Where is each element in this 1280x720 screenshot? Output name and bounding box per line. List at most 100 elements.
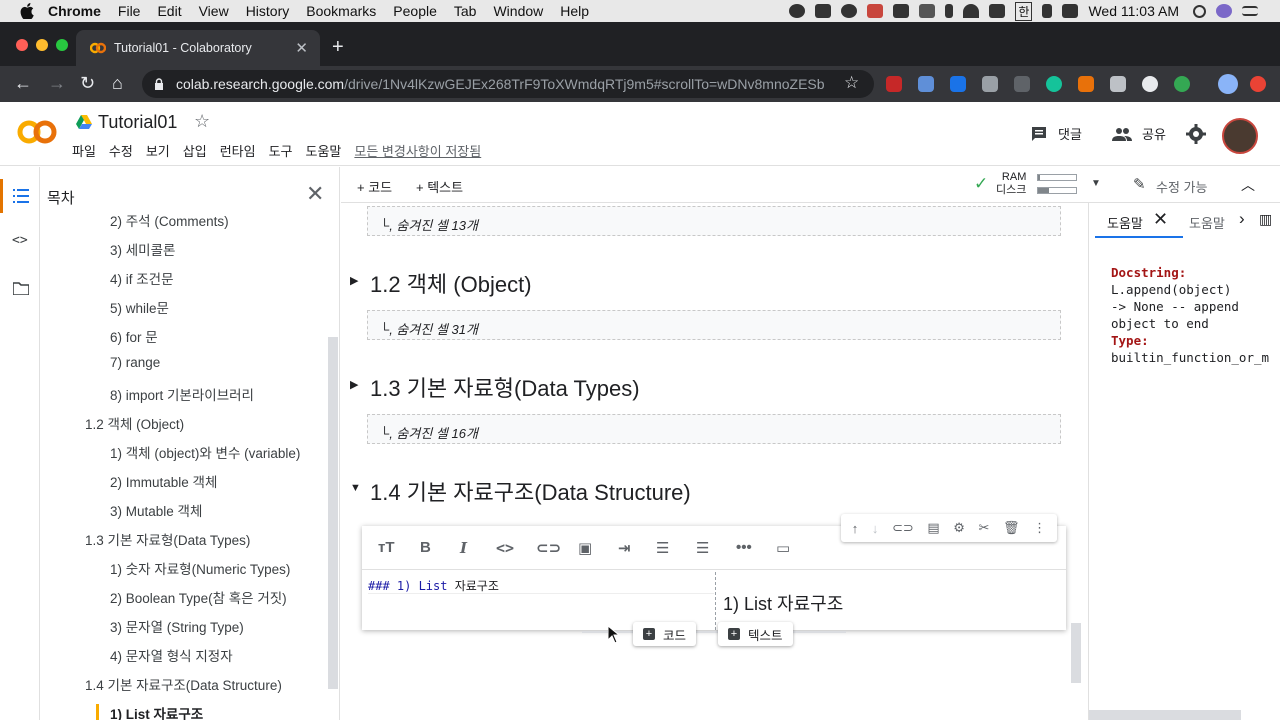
- menubar-help[interactable]: Help: [560, 3, 589, 19]
- settings-gear-icon[interactable]: [1186, 124, 1206, 144]
- screenshot-icon[interactable]: [893, 4, 910, 18]
- input-source-indicator[interactable]: 한: [1015, 1, 1033, 21]
- comment-button[interactable]: 댓글: [1030, 124, 1082, 143]
- link-icon[interactable]: ⊂⊃: [536, 539, 561, 557]
- code-icon[interactable]: <>: [496, 539, 514, 557]
- toc-item-active[interactable]: 1) List 자료구조: [110, 703, 203, 720]
- menubar-app-name[interactable]: Chrome: [48, 3, 101, 19]
- menubar-clock[interactable]: Wed 11:03 AM: [1088, 3, 1179, 19]
- window-zoom-button[interactable]: [56, 39, 68, 51]
- insert-text-button[interactable]: + 텍스트: [718, 622, 793, 646]
- bulleted-list-icon[interactable]: ☰: [696, 539, 709, 557]
- toc-item[interactable]: 2) Boolean Type(참 혹은 거짓): [110, 587, 287, 607]
- notification-center-icon[interactable]: [1242, 6, 1258, 16]
- edit-mode-button[interactable]: 수정 가능: [1156, 177, 1207, 196]
- address-bar[interactable]: colab.research.google.com /drive/1Nv4lKz…: [142, 70, 874, 98]
- ram-disk-labels[interactable]: RAM 디스크: [996, 171, 1026, 197]
- hidden-cells-indicator[interactable]: └, 숨겨진 셀 31개: [367, 310, 1061, 340]
- menubar-history[interactable]: History: [246, 3, 290, 19]
- help-tab-close-icon[interactable]: ✕: [1153, 209, 1168, 230]
- sync-icon[interactable]: [841, 4, 858, 18]
- extension-bulb-icon[interactable]: [1110, 76, 1126, 92]
- help-tab-active[interactable]: 도움말: [1107, 213, 1143, 232]
- menu-file[interactable]: 파일: [72, 141, 96, 160]
- help-tab-second[interactable]: 도움말: [1189, 213, 1225, 232]
- back-icon[interactable]: ←: [14, 73, 32, 94]
- apple-logo-icon[interactable]: [20, 3, 34, 19]
- toc-item[interactable]: 6) for 문: [110, 326, 158, 346]
- move-cell-down-icon[interactable]: ↓: [872, 521, 879, 536]
- notification-icon[interactable]: [867, 4, 884, 18]
- menubar-file[interactable]: File: [118, 3, 141, 19]
- airplay-icon[interactable]: [989, 4, 1006, 18]
- extension-grammarly-icon[interactable]: [1046, 76, 1062, 92]
- toc-item[interactable]: 1) 객체 (object)와 변수 (variable): [110, 442, 300, 462]
- toc-item[interactable]: 1.2 객체 (Object): [85, 413, 184, 433]
- spotlight-icon[interactable]: [1193, 4, 1206, 18]
- files-folder-icon[interactable]: [13, 282, 29, 295]
- help-horizontal-scrollbar[interactable]: [1089, 710, 1241, 720]
- toc-icon[interactable]: [13, 189, 29, 203]
- runtime-dropdown-icon[interactable]: ▼: [1091, 178, 1101, 189]
- section-expand-icon[interactable]: ▶: [350, 274, 358, 287]
- indent-icon[interactable]: ⇥: [618, 539, 631, 557]
- menubar-tab[interactable]: Tab: [454, 3, 477, 19]
- horizontal-rule-icon[interactable]: •••: [736, 539, 752, 556]
- window-close-button[interactable]: [16, 39, 28, 51]
- section-collapse-icon[interactable]: ▼: [350, 482, 361, 494]
- menubar-edit[interactable]: Edit: [157, 3, 181, 19]
- toc-scrollbar[interactable]: [328, 337, 338, 689]
- reload-icon[interactable]: ↻: [80, 73, 95, 94]
- google-drive-icon[interactable]: [76, 115, 92, 129]
- colab-logo-icon[interactable]: [16, 118, 58, 146]
- markdown-source-input[interactable]: ### 1) List 자료구조: [368, 577, 714, 594]
- toc-item[interactable]: 3) 문자열 (String Type): [110, 616, 244, 636]
- hidden-cells-indicator[interactable]: └, 숨겨진 셀 13개: [367, 206, 1061, 236]
- lock-tray-icon[interactable]: [919, 4, 936, 18]
- image-icon[interactable]: ▣: [578, 539, 592, 557]
- menu-insert[interactable]: 삽입: [183, 141, 207, 160]
- home-icon[interactable]: ⌂: [112, 73, 123, 94]
- insert-code-button[interactable]: + 코드: [633, 622, 697, 646]
- menubar-window[interactable]: Window: [493, 3, 543, 19]
- extension-blue-icon[interactable]: [950, 76, 966, 92]
- share-button[interactable]: 공유: [1112, 124, 1166, 143]
- user-avatar[interactable]: [1222, 118, 1258, 154]
- hidden-cells-indicator[interactable]: └, 숨겨진 셀 16개: [367, 414, 1061, 444]
- copy-link-icon[interactable]: ⊂⊃: [892, 520, 914, 536]
- eject-icon[interactable]: [1042, 4, 1053, 18]
- italic-icon[interactable]: I: [460, 539, 467, 557]
- preview-toggle-icon[interactable]: ▭: [776, 539, 790, 557]
- tab-close-icon[interactable]: ✕: [295, 39, 308, 57]
- save-status[interactable]: 모든 변경사항이 저장됨: [354, 141, 481, 160]
- toc-item[interactable]: 5) while문: [110, 297, 169, 317]
- extension-gray-icon[interactable]: [982, 76, 998, 92]
- delete-cell-icon[interactable]: 🗑: [1003, 520, 1020, 536]
- section-expand-icon[interactable]: ▶: [350, 378, 358, 391]
- new-tab-button[interactable]: +: [332, 36, 344, 59]
- toc-item[interactable]: 2) 주석 (Comments): [110, 210, 229, 230]
- forward-icon[interactable]: →: [48, 73, 66, 94]
- menu-runtime[interactable]: 런타임: [220, 141, 256, 160]
- extension-dropbox-icon[interactable]: [918, 76, 934, 92]
- bluetooth-icon[interactable]: [945, 4, 954, 18]
- menu-view[interactable]: 보기: [146, 141, 170, 160]
- toc-item[interactable]: 2) Immutable 객체: [110, 471, 217, 491]
- bold-icon[interactable]: B: [420, 539, 431, 556]
- collapse-header-icon[interactable]: ︿: [1241, 175, 1255, 195]
- toc-item[interactable]: 4) 문자열 형식 지정자: [110, 645, 233, 665]
- more-options-icon[interactable]: ⋮: [1033, 520, 1046, 536]
- add-comment-icon[interactable]: ▤: [927, 520, 939, 536]
- window-minimize-button[interactable]: [36, 39, 48, 51]
- menu-help[interactable]: 도움말: [306, 141, 342, 160]
- move-cell-up-icon[interactable]: ↑: [852, 521, 859, 536]
- toc-item[interactable]: 7) range: [110, 355, 160, 370]
- toc-item[interactable]: 1.3 기본 자료형(Data Types): [85, 529, 250, 549]
- menubar-view[interactable]: View: [199, 3, 229, 19]
- toc-item[interactable]: 1.4 기본 자료구조(Data Structure): [85, 674, 282, 694]
- extension-red-icon[interactable]: [886, 76, 902, 92]
- add-code-cell-button[interactable]: + 코드: [357, 177, 392, 196]
- favorite-star-icon[interactable]: ☆: [194, 111, 210, 132]
- toc-item[interactable]: 3) 세미콜론: [110, 239, 175, 259]
- cell-settings-icon[interactable]: ⚙: [953, 520, 965, 536]
